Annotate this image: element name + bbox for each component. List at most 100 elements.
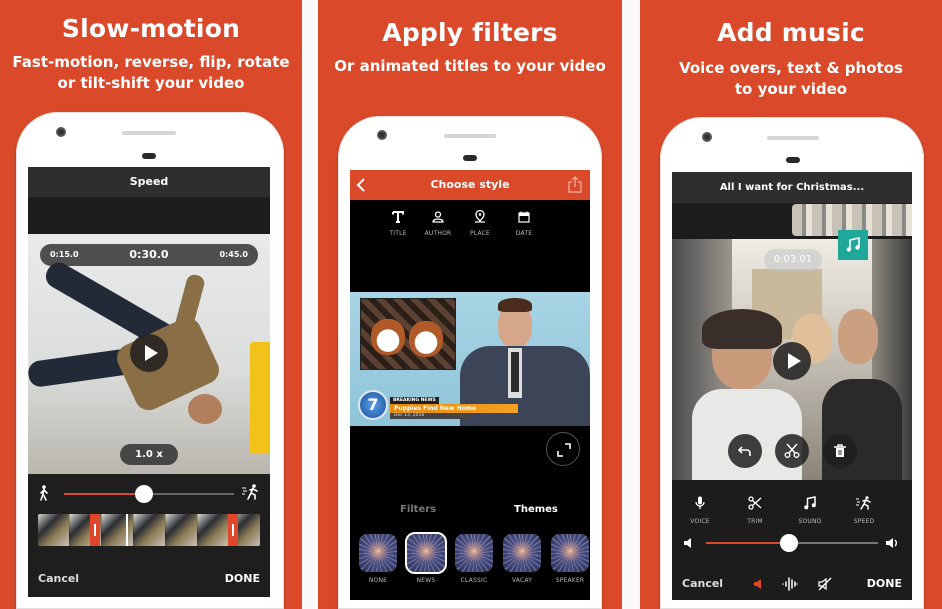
undo-icon — [738, 446, 751, 456]
panel-headline: Add music — [717, 18, 865, 47]
header-bar: Choose style — [350, 170, 590, 200]
volume-slider-fill — [706, 542, 789, 544]
fullscreen-button[interactable] — [546, 432, 580, 466]
theme-label: VACAY — [511, 577, 533, 584]
panel-headline: Slow-motion — [61, 14, 241, 43]
theme-label: SPEAKER — [555, 577, 585, 584]
panel-subtitle-line-1: Voice overs, text & photos — [679, 59, 903, 77]
tool-label: PLACE — [469, 230, 491, 237]
video-preview[interactable]: 7 BREAKING NEWS Puppies Find New Home De… — [350, 292, 590, 426]
phone-screen: Speed 0:15.0 0:30.0 0:45.0 1.0 x Cancel … — [28, 167, 270, 597]
tab-filters[interactable]: Filters — [400, 504, 436, 515]
tool-voice[interactable]: VOICE — [682, 495, 718, 525]
phone-frame: Choose style TITLE AUTHOR PLACE DATE 7 B… — [338, 116, 602, 609]
person-hair — [702, 309, 782, 349]
theme-none[interactable]: NONE — [358, 534, 398, 584]
news-headline: Puppies Find New Home — [390, 404, 518, 413]
channel-logo: 7 — [358, 390, 388, 420]
waveform-icon[interactable] — [782, 577, 798, 591]
walk-icon — [40, 485, 48, 501]
trim-handle-left[interactable] — [90, 514, 100, 546]
panel-subtitle-line-1: Or animated titles to your video — [334, 57, 606, 75]
trim-handle-right[interactable] — [228, 514, 238, 546]
done-button[interactable]: DONE — [225, 572, 260, 585]
play-icon — [144, 345, 158, 361]
phone-screen: All I want for Christmas... 0:03.01 VOIC… — [672, 172, 912, 600]
play-button[interactable] — [773, 342, 811, 380]
figure-head — [188, 394, 222, 424]
music-note-icon — [804, 495, 816, 514]
expand-icon — [557, 443, 571, 457]
run-fast-icon — [242, 484, 258, 500]
playhead[interactable] — [126, 514, 128, 546]
tool-title[interactable]: TITLE — [383, 208, 413, 237]
inset-image — [360, 298, 456, 370]
screen-title: Speed — [28, 167, 270, 197]
person-icon — [432, 208, 444, 227]
song-title: All I want for Christmas... — [672, 172, 912, 203]
microphone-icon — [694, 495, 706, 514]
delete-button[interactable] — [823, 434, 857, 468]
theme-thumbnail — [359, 534, 397, 572]
frame-filmstrip[interactable] — [38, 514, 260, 546]
done-button[interactable]: DONE — [867, 577, 902, 590]
video-preview[interactable]: 0:03.01 — [672, 239, 912, 480]
theme-speaker[interactable]: SPEAKER — [550, 534, 590, 584]
tool-date[interactable]: DATE — [509, 208, 539, 237]
filmstrip-frame — [134, 514, 166, 546]
scissors-icon — [784, 443, 800, 458]
text-icon — [392, 208, 404, 227]
cancel-button[interactable]: Cancel — [682, 577, 723, 590]
tool-trim[interactable]: TRIM — [737, 495, 773, 525]
theme-news[interactable]: NEWS — [405, 532, 447, 584]
tool-label: TRIM — [747, 518, 763, 525]
tool-sound[interactable]: SOUND — [792, 495, 828, 525]
speaker-icon[interactable] — [754, 578, 764, 590]
panel-slow-motion: Slow-motion Fast-motion, reverse, flip, … — [0, 0, 302, 609]
volume-slider-handle[interactable] — [779, 534, 798, 552]
tool-author[interactable]: AUTHOR — [423, 208, 453, 237]
screen-title: Choose style — [430, 178, 510, 191]
wet-floor-sign — [250, 342, 270, 454]
scissors-icon — [748, 495, 762, 514]
speed-slider-handle[interactable] — [134, 485, 153, 503]
panel-subtitle-line-2: or tilt-shift your video — [57, 74, 245, 92]
front-camera — [702, 132, 712, 142]
timeline-end: 0:45.0 — [219, 250, 248, 259]
panel-subtitle-line-2: to your video — [734, 80, 848, 98]
tab-themes[interactable]: Themes — [514, 504, 558, 515]
speaker-slit — [444, 134, 496, 138]
theme-classic[interactable]: CLASSIC — [454, 534, 494, 584]
tool-speed[interactable]: SPEED — [846, 495, 882, 525]
timeline-bar[interactable]: 0:15.0 0:30.0 0:45.0 — [40, 244, 258, 266]
music-marker[interactable] — [838, 230, 868, 260]
play-button[interactable] — [130, 334, 168, 372]
calendar-icon — [518, 208, 530, 227]
theme-thumbnail — [503, 534, 541, 572]
phone-frame: Speed 0:15.0 0:30.0 0:45.0 1.0 x Cancel … — [16, 112, 284, 609]
panel-add-music: Add music Voice overs, text & photos to … — [640, 0, 942, 609]
undo-button[interactable] — [728, 434, 762, 468]
cut-button[interactable] — [775, 434, 809, 468]
speaker-slit — [122, 131, 176, 135]
cancel-button[interactable]: Cancel — [38, 572, 79, 585]
theme-vacay[interactable]: VACAY — [502, 534, 542, 584]
news-date: Dec 13, 2016 — [390, 413, 470, 419]
filmstrip-frame — [102, 514, 134, 546]
video-preview[interactable]: 0:15.0 0:30.0 0:45.0 1.0 x — [28, 234, 270, 474]
trim-handle-grip — [94, 524, 96, 536]
volume-low-icon — [684, 538, 691, 548]
spacer-bar — [28, 197, 270, 234]
breaking-news-tag: BREAKING NEWS — [390, 397, 439, 404]
filmstrip-frame — [166, 514, 198, 546]
filmstrip-frame — [38, 514, 70, 546]
tool-place[interactable]: PLACE — [465, 208, 495, 237]
run-fast-icon — [856, 495, 872, 514]
anchor-hair — [498, 298, 532, 312]
earpiece — [142, 153, 156, 159]
controls-panel: Cancel DONE — [28, 474, 270, 597]
theme-thumbnail — [551, 534, 589, 572]
theme-label: NONE — [368, 577, 388, 584]
share-icon[interactable] — [568, 176, 582, 193]
mute-icon[interactable] — [818, 577, 832, 591]
